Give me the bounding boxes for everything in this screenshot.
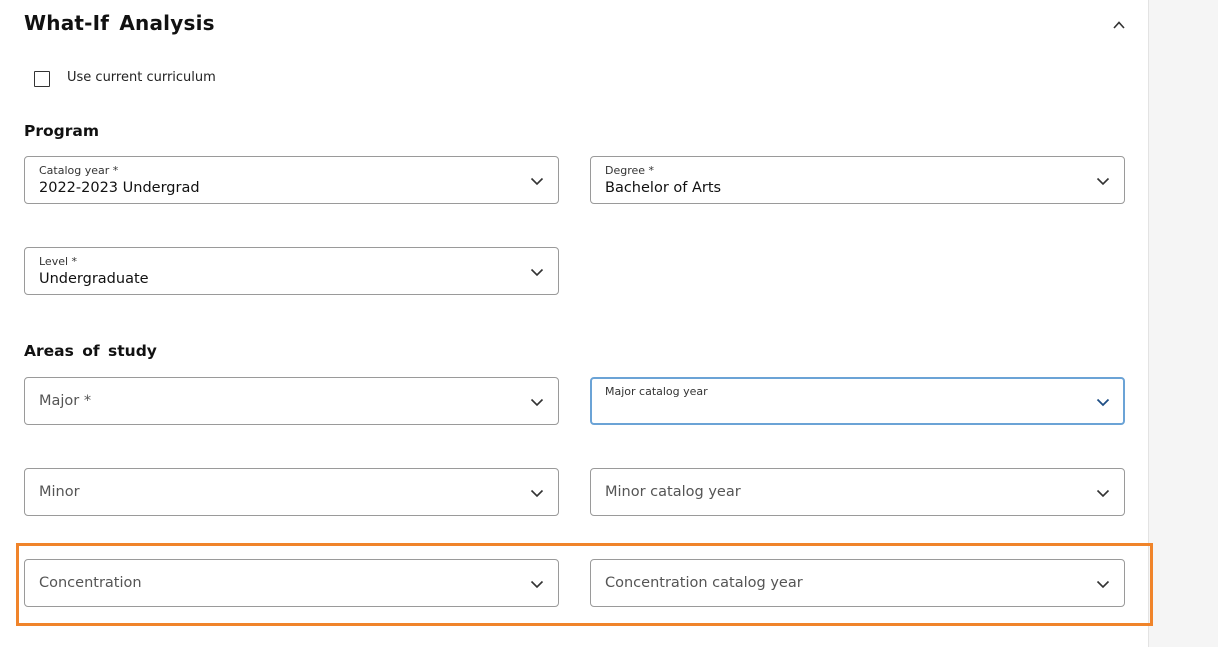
page-title: What-If Analysis xyxy=(24,11,215,35)
chevron-down-icon xyxy=(1096,177,1110,186)
degree-select[interactable]: Degree * Bachelor of Arts xyxy=(590,156,1125,204)
chevron-down-icon xyxy=(1096,489,1110,498)
use-current-curriculum-label: Use current curriculum xyxy=(67,70,216,85)
collapse-button[interactable] xyxy=(1108,14,1130,36)
level-label: Level * xyxy=(39,255,78,268)
program-heading: Program xyxy=(24,122,100,140)
major-select[interactable]: Major * xyxy=(24,377,559,425)
major-catalog-year-select[interactable]: Major catalog year xyxy=(590,377,1125,425)
use-current-curriculum-checkbox[interactable] xyxy=(34,71,50,87)
level-select[interactable]: Level * Undergraduate xyxy=(24,247,559,295)
chevron-down-icon xyxy=(1096,398,1110,407)
catalog-year-select[interactable]: Catalog year * 2022-2023 Undergrad xyxy=(24,156,559,204)
chevron-up-icon xyxy=(1113,21,1125,29)
level-value: Undergraduate xyxy=(39,271,149,287)
catalog-year-value: 2022-2023 Undergrad xyxy=(39,180,200,196)
minor-placeholder: Minor xyxy=(39,484,80,500)
major-placeholder: Major * xyxy=(39,393,92,409)
minor-catalog-year-select[interactable]: Minor catalog year xyxy=(590,468,1125,516)
catalog-year-label: Catalog year * xyxy=(39,164,119,177)
concentration-highlight-box xyxy=(16,543,1153,626)
chevron-down-icon xyxy=(530,489,544,498)
minor-select[interactable]: Minor xyxy=(24,468,559,516)
major-catalog-year-label: Major catalog year xyxy=(605,385,708,398)
areas-of-study-heading: Areas of study xyxy=(24,342,157,360)
chevron-down-icon xyxy=(530,268,544,277)
chevron-down-icon xyxy=(530,177,544,186)
degree-label: Degree * xyxy=(605,164,655,177)
chevron-down-icon xyxy=(530,398,544,407)
minor-catalog-year-placeholder: Minor catalog year xyxy=(605,484,741,500)
degree-value: Bachelor of Arts xyxy=(605,180,722,196)
